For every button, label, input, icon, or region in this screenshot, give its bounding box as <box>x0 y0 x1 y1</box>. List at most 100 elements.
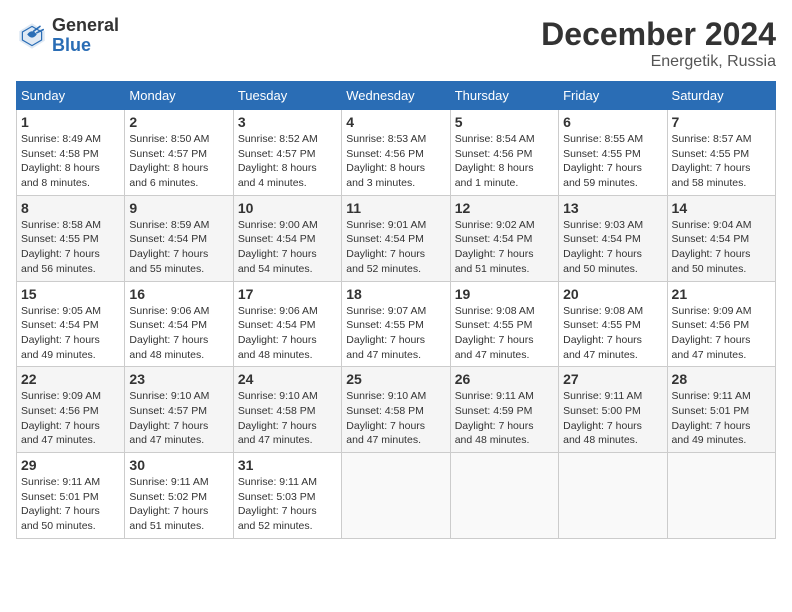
calendar-cell: 31 Sunrise: 9:11 AMSunset: 5:03 PMDayligh… <box>233 453 341 539</box>
header-day: Thursday <box>450 82 558 110</box>
calendar-week: 8Sunrise: 8:58 AMSunset: 4:55 PMDaylight… <box>17 195 776 281</box>
day-info: Sunrise: 9:10 AMSunset: 4:57 PMDaylight:… <box>129 389 228 448</box>
calendar-cell: 19 Sunrise: 9:08 AMSunset: 4:55 PMDayligh… <box>450 281 558 367</box>
calendar-title: December 2024 <box>541 16 776 53</box>
day-number: 24 <box>238 371 337 387</box>
calendar-cell: 10Sunrise: 9:00 AMSunset: 4:54 PMDayligh… <box>233 195 341 281</box>
day-info: Sunrise: 8:50 AMSunset: 4:57 PMDaylight:… <box>129 132 228 191</box>
calendar-cell: 18Sunrise: 9:07 AMSunset: 4:55 PMDayligh… <box>342 281 450 367</box>
calendar-cell: 29 Sunrise: 9:11 AMSunset: 5:01 PMDayligh… <box>17 453 125 539</box>
header-day: Monday <box>125 82 233 110</box>
day-number: 13 <box>563 200 662 216</box>
day-info: Sunrise: 9:05 AMSunset: 4:54 PMDaylight:… <box>21 304 120 363</box>
page-header: General Blue December 2024 Energetik, Ru… <box>16 16 776 71</box>
calendar-cell: 27Sunrise: 9:11 AMSunset: 5:00 PMDayligh… <box>559 367 667 453</box>
calendar-cell: 26 Sunrise: 9:11 AMSunset: 4:59 PMDayligh… <box>450 367 558 453</box>
logo: General Blue <box>16 16 119 56</box>
calendar-cell <box>342 453 450 539</box>
day-info: Sunrise: 8:59 AMSunset: 4:54 PMDaylight:… <box>129 218 228 277</box>
day-number: 9 <box>129 200 228 216</box>
day-number: 23 <box>129 371 228 387</box>
calendar-table: SundayMondayTuesdayWednesdayThursdayFrid… <box>16 81 776 539</box>
day-number: 4 <box>346 114 445 130</box>
calendar-cell <box>450 453 558 539</box>
day-info: Sunrise: 9:11 AMSunset: 5:01 PMDaylight:… <box>672 389 771 448</box>
calendar-cell: 24 Sunrise: 9:10 AMSunset: 4:58 PMDayligh… <box>233 367 341 453</box>
calendar-cell: 22 Sunrise: 9:09 AMSunset: 4:56 PMDayligh… <box>17 367 125 453</box>
header-day: Tuesday <box>233 82 341 110</box>
day-info: Sunrise: 9:04 AMSunset: 4:54 PMDaylight:… <box>672 218 771 277</box>
calendar-cell: 25 Sunrise: 9:10 AMSunset: 4:58 PMDayligh… <box>342 367 450 453</box>
day-number: 22 <box>21 371 120 387</box>
day-number: 3 <box>238 114 337 130</box>
header-day: Sunday <box>17 82 125 110</box>
day-info: Sunrise: 9:11 AMSunset: 5:01 PMDaylight:… <box>21 475 120 534</box>
day-number: 5 <box>455 114 554 130</box>
calendar-cell: 9 Sunrise: 8:59 AMSunset: 4:54 PMDaylight… <box>125 195 233 281</box>
day-number: 17 <box>238 286 337 302</box>
day-number: 25 <box>346 371 445 387</box>
logo-icon <box>16 20 48 52</box>
calendar-cell: 6 Sunrise: 8:55 AMSunset: 4:55 PMDaylight… <box>559 110 667 196</box>
day-info: Sunrise: 9:11 AMSunset: 5:03 PMDaylight:… <box>238 475 337 534</box>
calendar-subtitle: Energetik, Russia <box>541 53 776 71</box>
calendar-cell: 3Sunrise: 8:52 AMSunset: 4:57 PMDaylight… <box>233 110 341 196</box>
day-number: 8 <box>21 200 120 216</box>
day-number: 11 <box>346 200 445 216</box>
calendar-cell: 13 Sunrise: 9:03 AMSunset: 4:54 PMDayligh… <box>559 195 667 281</box>
calendar-cell: 2 Sunrise: 8:50 AMSunset: 4:57 PMDaylight… <box>125 110 233 196</box>
logo-blue-text: Blue <box>52 36 119 56</box>
day-number: 10 <box>238 200 337 216</box>
calendar-cell: 14 Sunrise: 9:04 AMSunset: 4:54 PMDayligh… <box>667 195 775 281</box>
calendar-cell: 5 Sunrise: 8:54 AMSunset: 4:56 PMDaylight… <box>450 110 558 196</box>
calendar-week: 22 Sunrise: 9:09 AMSunset: 4:56 PMDayligh… <box>17 367 776 453</box>
day-info: Sunrise: 8:55 AMSunset: 4:55 PMDaylight:… <box>563 132 662 191</box>
day-number: 30 <box>129 457 228 473</box>
day-number: 6 <box>563 114 662 130</box>
day-number: 27 <box>563 371 662 387</box>
day-number: 16 <box>129 286 228 302</box>
header-day: Wednesday <box>342 82 450 110</box>
day-number: 31 <box>238 457 337 473</box>
day-info: Sunrise: 9:08 AMSunset: 4:55 PMDaylight:… <box>455 304 554 363</box>
day-info: Sunrise: 8:57 AMSunset: 4:55 PMDaylight:… <box>672 132 771 191</box>
day-info: Sunrise: 8:54 AMSunset: 4:56 PMDaylight:… <box>455 132 554 191</box>
calendar-cell: 16 Sunrise: 9:06 AMSunset: 4:54 PMDayligh… <box>125 281 233 367</box>
logo-text: General Blue <box>52 16 119 56</box>
day-number: 2 <box>129 114 228 130</box>
day-info: Sunrise: 9:01 AMSunset: 4:54 PMDaylight:… <box>346 218 445 277</box>
day-info: Sunrise: 9:06 AMSunset: 4:54 PMDaylight:… <box>129 304 228 363</box>
header-row: SundayMondayTuesdayWednesdayThursdayFrid… <box>17 82 776 110</box>
calendar-cell <box>667 453 775 539</box>
calendar-cell: 1Sunrise: 8:49 AMSunset: 4:58 PMDaylight… <box>17 110 125 196</box>
day-number: 29 <box>21 457 120 473</box>
day-number: 15 <box>21 286 120 302</box>
calendar-week: 1Sunrise: 8:49 AMSunset: 4:58 PMDaylight… <box>17 110 776 196</box>
day-number: 12 <box>455 200 554 216</box>
day-info: Sunrise: 9:03 AMSunset: 4:54 PMDaylight:… <box>563 218 662 277</box>
day-info: Sunrise: 9:09 AMSunset: 4:56 PMDaylight:… <box>672 304 771 363</box>
calendar-cell: 28 Sunrise: 9:11 AMSunset: 5:01 PMDayligh… <box>667 367 775 453</box>
logo-general-text: General <box>52 16 119 36</box>
day-number: 26 <box>455 371 554 387</box>
calendar-cell: 20Sunrise: 9:08 AMSunset: 4:55 PMDayligh… <box>559 281 667 367</box>
day-number: 1 <box>21 114 120 130</box>
calendar-cell: 17 Sunrise: 9:06 AMSunset: 4:54 PMDayligh… <box>233 281 341 367</box>
day-number: 28 <box>672 371 771 387</box>
day-info: Sunrise: 9:11 AMSunset: 4:59 PMDaylight:… <box>455 389 554 448</box>
day-info: Sunrise: 9:09 AMSunset: 4:56 PMDaylight:… <box>21 389 120 448</box>
day-info: Sunrise: 8:53 AMSunset: 4:56 PMDaylight:… <box>346 132 445 191</box>
calendar-cell: 7Sunrise: 8:57 AMSunset: 4:55 PMDaylight… <box>667 110 775 196</box>
calendar-cell: 4 Sunrise: 8:53 AMSunset: 4:56 PMDaylight… <box>342 110 450 196</box>
calendar-cell: 12 Sunrise: 9:02 AMSunset: 4:54 PMDayligh… <box>450 195 558 281</box>
calendar-week: 29 Sunrise: 9:11 AMSunset: 5:01 PMDayligh… <box>17 453 776 539</box>
day-info: Sunrise: 9:10 AMSunset: 4:58 PMDaylight:… <box>238 389 337 448</box>
day-info: Sunrise: 9:06 AMSunset: 4:54 PMDaylight:… <box>238 304 337 363</box>
day-number: 19 <box>455 286 554 302</box>
day-info: Sunrise: 9:02 AMSunset: 4:54 PMDaylight:… <box>455 218 554 277</box>
calendar-cell: 23 Sunrise: 9:10 AMSunset: 4:57 PMDayligh… <box>125 367 233 453</box>
header-day: Friday <box>559 82 667 110</box>
day-number: 14 <box>672 200 771 216</box>
day-info: Sunrise: 9:10 AMSunset: 4:58 PMDaylight:… <box>346 389 445 448</box>
day-info: Sunrise: 9:08 AMSunset: 4:55 PMDaylight:… <box>563 304 662 363</box>
